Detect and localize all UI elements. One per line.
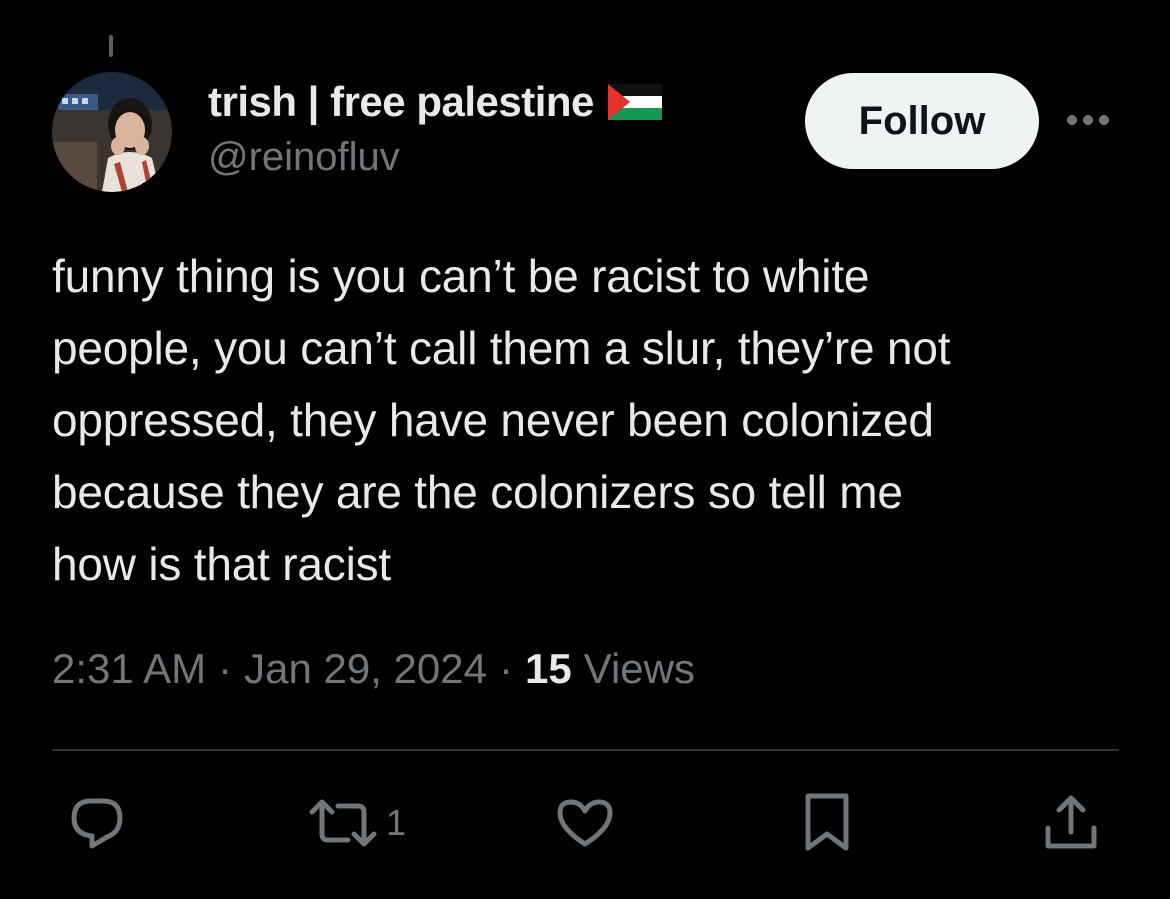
profile-avatar <box>52 72 172 192</box>
avatar[interactable] <box>52 72 172 192</box>
reply-button[interactable] <box>66 790 128 856</box>
bookmark-icon <box>805 793 849 851</box>
thread-connector-line <box>109 35 113 57</box>
more-options-button[interactable] <box>1064 106 1112 134</box>
share-icon <box>1045 795 1097 849</box>
author-display-name[interactable]: trish | free palestine <box>208 78 594 126</box>
tweet-meta: 2:31 AM · Jan 29, 2024 · 15 Views <box>52 645 695 693</box>
like-button[interactable] <box>554 790 616 856</box>
bookmark-button[interactable] <box>796 790 858 856</box>
divider <box>52 749 1119 751</box>
retweet-icon <box>309 799 377 847</box>
meta-separator: · <box>218 645 233 692</box>
retweet-button[interactable]: 1 <box>306 790 406 856</box>
reply-icon <box>71 798 123 849</box>
tweet-date[interactable]: Jan 29, 2024 <box>244 645 487 693</box>
tweet-text: funny thing is you can’t be racist to wh… <box>52 250 951 590</box>
views-count: 15 <box>524 645 572 692</box>
share-button[interactable] <box>1040 790 1102 856</box>
meta-separator: · <box>498 645 513 692</box>
more-dots-icon <box>1067 115 1109 125</box>
tweet-time[interactable]: 2:31 AM <box>52 645 206 693</box>
author-name-row[interactable]: trish | free palestine <box>208 76 662 128</box>
like-icon <box>557 799 613 847</box>
palestine-flag-icon <box>607 84 662 120</box>
author-handle[interactable]: @reinofluv <box>208 135 400 180</box>
views-label: Views <box>583 645 695 692</box>
retweet-count: 1 <box>386 802 407 843</box>
follow-button[interactable]: Follow <box>805 73 1039 169</box>
